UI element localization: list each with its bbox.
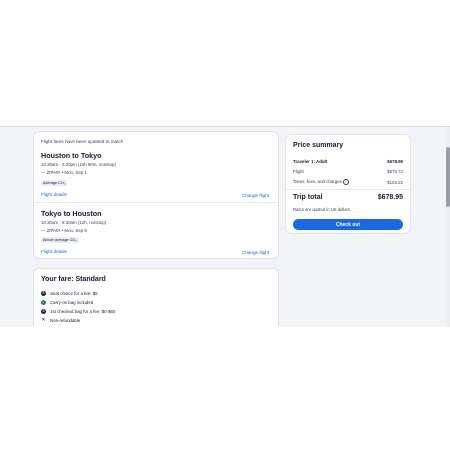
price-summary-title: Price summary (293, 142, 344, 149)
traveler-value: $678.95 (387, 159, 403, 164)
leg-2-times: 10:30am - 8:30am (12h, nonstop) (41, 220, 107, 225)
scrollbar[interactable] (446, 127, 450, 327)
traveler-row: Traveler 1: Adult $678.95 (293, 159, 403, 164)
leg-1-airline: — ZIPAIR • Mon, Sep 1 (41, 170, 87, 175)
leg-1-co2-badge: Average CO₂ (41, 180, 68, 186)
legs-divider (34, 202, 278, 203)
check-icon: ✓ (41, 300, 46, 305)
fare-item-text: 1st checked bag for a fee: $0-$60 (50, 309, 116, 314)
checkout-button[interactable]: Check out (293, 219, 403, 230)
fare-item-text: Non-refundable (50, 318, 81, 323)
price-summary-card: Price summary Traveler 1: Adult $678.95 … (285, 134, 411, 234)
trip-total-row: Trip total $678.95 (293, 194, 403, 201)
flight-price-row: Flight $575.73 (293, 169, 403, 174)
leg-2-flight-details-link[interactable]: Flight details (41, 249, 67, 254)
fare-card: Your fare: Standard $ Seat choice for a … (33, 268, 279, 327)
fare-item: $ 1st checked bag for a fee: $0-$60 (41, 308, 115, 315)
fare-item: ✓ Carry-on bag included (41, 299, 93, 306)
flight-price-label: Flight (293, 169, 304, 174)
fare-item-text: Seat choice for a fee: $5 (50, 291, 98, 296)
leg-1-title: Houston to Tokyo (41, 151, 102, 160)
fare-item: ✕ Non-refundable (41, 317, 80, 324)
dollar-icon: $ (41, 309, 46, 314)
leg-2-change-flight-link[interactable]: Change flight (242, 250, 269, 255)
leg-2-co2-badge: Above average CO₂ (41, 237, 79, 243)
total-divider (286, 189, 410, 190)
currency-note: Rates are quoted in US dollars (293, 207, 351, 212)
leg-1-change-flight-link[interactable]: Change flight (242, 193, 269, 198)
trip-total-label: Trip total (293, 194, 323, 201)
close-icon: ✕ (41, 317, 46, 323)
info-icon[interactable]: i (342, 179, 349, 185)
leg-1-flight-details-link[interactable]: Flight details (41, 192, 67, 197)
flight-price-value: $575.73 (387, 169, 403, 174)
scrollbar-thumb[interactable] (446, 147, 450, 207)
flights-card: Flight fares have been updated to match … (33, 131, 279, 259)
fare-item-text: Carry-on bag included (50, 300, 94, 305)
taxes-label: Taxes, fees, and charges (293, 179, 342, 185)
dollar-icon: $ (41, 291, 46, 296)
leg-1-times: 10:30am - 2:20pm (13h 50m, nonstop) (41, 162, 116, 167)
checkout-page: Flight fares have been updated to match … (0, 126, 450, 327)
leg-2-title: Tokyo to Houston (41, 209, 102, 218)
trip-total-value: $678.95 (377, 194, 403, 201)
taxes-row: Taxes, fees, and charges i $103.22 (293, 179, 403, 185)
fare-title: Your fare: Standard (41, 276, 106, 283)
taxes-value: $103.22 (387, 179, 403, 185)
fare-item: $ Seat choice for a fee: $5 (41, 290, 98, 297)
leg-2-airline: — ZIPAIR • Mon, Sep 8 (41, 228, 87, 233)
fare-update-notice: Flight fares have been updated to match (41, 139, 124, 144)
traveler-label: Traveler 1: Adult (293, 159, 328, 164)
